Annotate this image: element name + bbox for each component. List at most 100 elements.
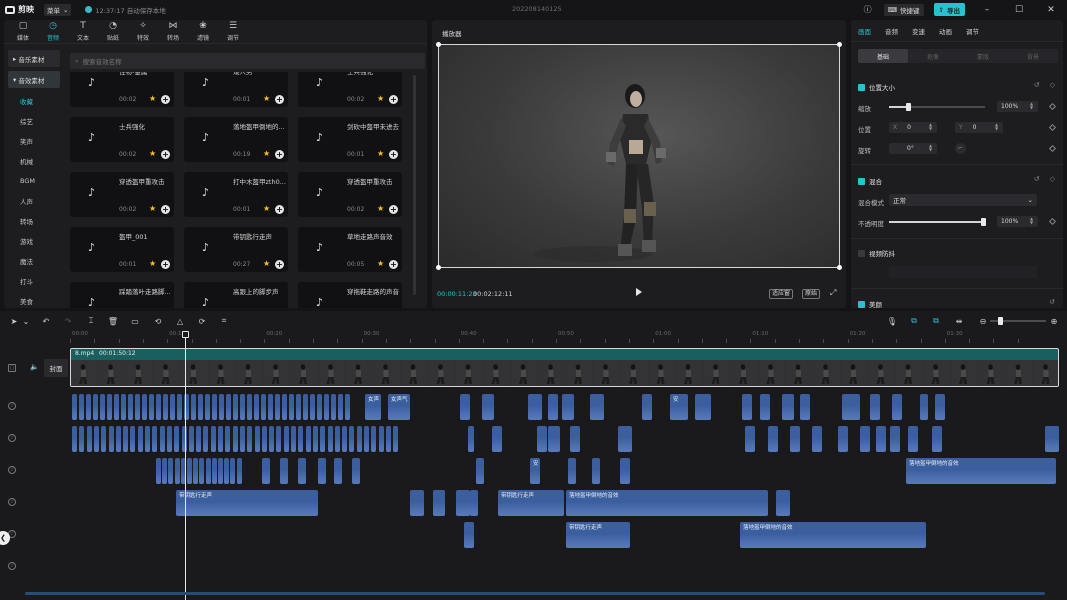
mirror-icon[interactable]: △ (174, 315, 186, 327)
subtab-basic[interactable]: 基础 (858, 49, 908, 63)
audio-clip[interactable] (130, 426, 136, 452)
reset-icon[interactable]: ↺ (1034, 175, 1040, 183)
audio-clip[interactable] (262, 458, 270, 484)
audio-clip[interactable] (79, 426, 85, 452)
audio-clip[interactable] (470, 490, 478, 516)
sound-card[interactable]: ♪ 盔甲_001 00:01 ★ + (70, 227, 174, 272)
fit-window-button[interactable]: 适应窗 (769, 289, 794, 299)
audio-clip[interactable] (233, 394, 238, 420)
audio-clip[interactable]: 安 (670, 394, 688, 420)
audio-clip[interactable]: 落地盔甲倒地的音效 (906, 458, 1056, 484)
audio-clip[interactable] (334, 426, 340, 452)
audio-clip[interactable] (230, 458, 236, 484)
audio-clip[interactable]: 带钥匙行走声 (498, 490, 564, 516)
audio-clip[interactable] (226, 394, 231, 420)
checkbox[interactable] (858, 249, 865, 257)
audio-clip[interactable] (205, 458, 211, 484)
audio-clip[interactable] (935, 394, 945, 420)
audio-clip[interactable] (492, 426, 502, 452)
audio-clip[interactable] (528, 394, 542, 420)
audio-clip[interactable] (320, 426, 326, 452)
audio-clip[interactable] (218, 458, 223, 484)
add-icon[interactable]: + (389, 260, 398, 269)
audio-clip[interactable] (876, 426, 886, 452)
favorite-star-icon[interactable]: ★ (377, 149, 384, 158)
audio-clip[interactable] (282, 394, 287, 420)
audio-clip[interactable] (331, 394, 336, 420)
zoom-slider-knob[interactable] (998, 317, 1003, 325)
audio-clip[interactable] (298, 458, 306, 484)
favorite-star-icon[interactable]: ★ (263, 204, 270, 213)
audio-track-icon[interactable]: ♪ (8, 562, 16, 570)
audio-clip[interactable] (145, 426, 150, 452)
zoom-in-icon[interactable]: ⊕ (1048, 315, 1060, 327)
audio-clip[interactable] (892, 394, 902, 420)
keyframe-icon[interactable]: ◇ (1050, 175, 1055, 183)
sound-card[interactable]: ♪ 剑砍中盔甲未进去 00:01 ★ + (298, 117, 402, 162)
audio-clip[interactable] (212, 394, 217, 420)
audio-clip[interactable] (289, 394, 294, 420)
add-icon[interactable]: + (389, 150, 398, 159)
keyframe-icon[interactable]: ◇ (1050, 81, 1055, 89)
stepper-icon[interactable]: ▲ ▼ (929, 123, 935, 132)
audio-clip[interactable] (121, 394, 126, 420)
audio-clip[interactable] (142, 394, 147, 420)
add-icon[interactable]: + (275, 95, 284, 104)
audio-clip[interactable] (570, 426, 580, 452)
stepper-icon[interactable]: ▲ ▼ (995, 123, 1001, 132)
add-icon[interactable]: + (161, 205, 170, 214)
sound-card[interactable]: ♪ 穿透盔甲重攻击 00:02 ★ + (70, 172, 174, 217)
minimize-button[interactable]: – (971, 0, 1003, 19)
audio-clip[interactable]: 安 (530, 458, 540, 484)
stepper-icon[interactable]: ▲ ▼ (1030, 217, 1036, 226)
blend-mode-select[interactable]: 正常 ⌄ (889, 194, 1037, 206)
search-input[interactable]: ⌕ 搜索音效名称 (70, 53, 425, 69)
audio-clip[interactable] (240, 394, 245, 420)
audio-clip[interactable] (410, 490, 424, 516)
tab-speed[interactable]: 变速 (912, 26, 925, 36)
sound-card[interactable]: ♪ 打中木盔甲zth0... 00:01 ★ + (184, 172, 288, 217)
snap-icon[interactable]: ⧉ (930, 315, 942, 327)
audio-clip[interactable] (393, 426, 399, 452)
audio-clip[interactable] (107, 394, 112, 420)
audio-clip[interactable] (170, 394, 175, 420)
add-icon[interactable]: + (275, 150, 284, 159)
audio-clip[interactable] (870, 394, 880, 420)
category-item[interactable]: 综艺 (4, 111, 64, 131)
add-icon[interactable]: + (275, 260, 284, 269)
tab-animation[interactable]: 动画 (939, 26, 952, 36)
audio-clip[interactable] (254, 426, 260, 452)
sound-card[interactable]: ♪踩踏落叶走路脚...★+ (70, 282, 174, 308)
checkbox[interactable] (858, 177, 865, 185)
opacity-slider-knob[interactable] (981, 218, 986, 226)
audio-clip[interactable] (305, 426, 311, 452)
audio-clip[interactable] (193, 458, 199, 484)
audio-clip[interactable] (174, 426, 180, 452)
audio-clip[interactable] (745, 426, 755, 452)
audio-clip[interactable] (800, 394, 810, 420)
keyframe-icon[interactable] (1048, 144, 1057, 153)
tab-media[interactable]: ▢ 媒体 (8, 20, 38, 44)
sound-card[interactable]: ♪穿拖鞋走路的声音★+ (298, 282, 402, 308)
scale-slider-knob[interactable] (906, 103, 912, 111)
audio-clip[interactable] (760, 394, 770, 420)
audio-clip[interactable] (225, 426, 231, 452)
audio-clip[interactable] (327, 426, 333, 452)
audio-clip[interactable] (303, 394, 308, 420)
subtab-mask[interactable]: 蒙版 (958, 49, 1008, 63)
favorite-star-icon[interactable]: ★ (377, 94, 384, 103)
audio-clip[interactable] (188, 426, 194, 452)
category-music[interactable]: ▸ 音乐素材 (8, 50, 60, 67)
audio-clip[interactable] (310, 394, 315, 420)
audio-clip[interactable] (838, 426, 848, 452)
audio-clip[interactable] (72, 426, 77, 452)
favorite-star-icon[interactable]: ★ (149, 204, 156, 213)
audio-clip[interactable] (317, 394, 322, 420)
ratio-button[interactable]: 原始 (802, 289, 821, 299)
audio-clip[interactable] (562, 394, 574, 420)
audio-clip[interactable] (276, 426, 282, 452)
zoom-out-icon[interactable]: ⊖ (977, 315, 989, 327)
audio-clip[interactable] (306, 490, 318, 516)
audio-clip[interactable] (114, 394, 119, 420)
audio-clip[interactable] (642, 394, 652, 420)
